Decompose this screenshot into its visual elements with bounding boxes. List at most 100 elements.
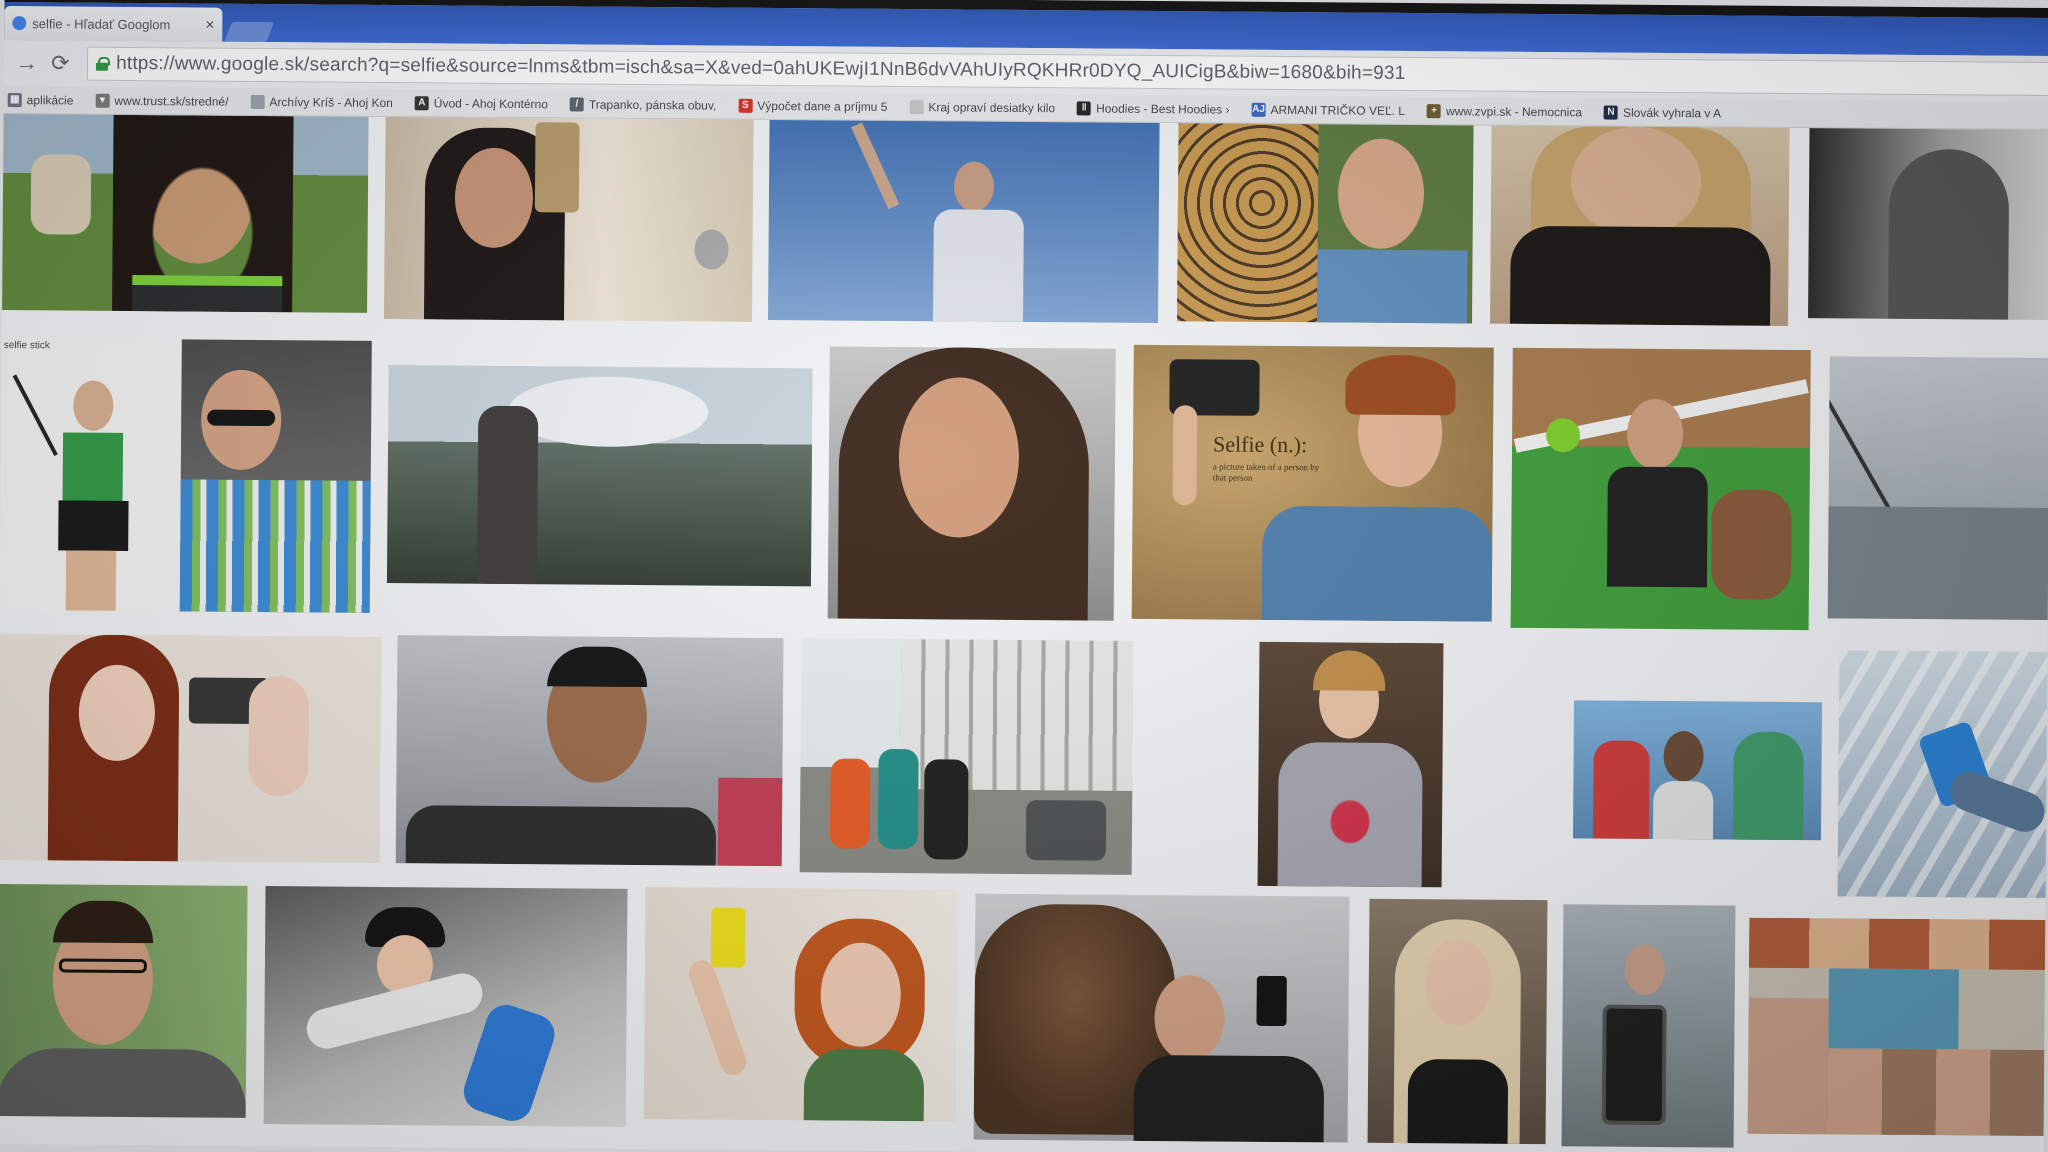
shirt [1317,249,1468,324]
bookmark-label: Kraj opraví desiatky kilo [928,99,1056,115]
person-hair [53,900,154,944]
result-thumbnail[interactable] [1747,917,2046,1137]
denim-shirt [1261,505,1493,622]
result-thumbnail[interactable] [383,116,754,322]
result-thumbnail[interactable] [0,633,382,863]
result-thumbnail[interactable] [2,113,369,313]
person-head [898,377,1020,538]
door-handle [694,229,729,270]
green-top [62,432,124,503]
result-thumbnail[interactable]: Selfie (n.): a picture taken of a person… [1131,344,1494,622]
bookmark-slovak[interactable]: N Slovák vyhrala v A [1603,105,1721,120]
browser-window: selfie - Hľadať Googlom × → ⟳ https://ww… [0,0,2048,1152]
phone [534,122,580,213]
google-favicon-icon [12,16,27,31]
person-head [1424,939,1492,1026]
bars-icon: ‖ [1077,100,1092,116]
result-thumbnail[interactable] [643,887,958,1122]
result-thumbnail[interactable] [263,886,628,1127]
green-scarf [803,1048,925,1122]
result-thumbnail[interactable] [1808,128,2048,321]
result-thumbnail[interactable] [1561,904,1736,1148]
group-black [923,759,969,860]
result-thumbnail[interactable] [1257,641,1444,888]
bookmark-hoodies[interactable]: ‖ Hoodies - Best Hoodies › [1077,100,1230,117]
city-buildings [1827,506,2048,621]
pin-icon: ▾ [95,93,110,108]
bookmark-zvpi[interactable]: + www.zvpi.sk - Nemocnica [1426,103,1582,119]
tab-title: selfie - Hľadať Googlom [32,15,171,32]
news-icon [909,99,924,114]
tab-close-icon[interactable]: × [205,16,214,33]
tab-selfie-search[interactable]: selfie - Hľadať Googlom × [4,5,223,42]
plaid-shirt [179,479,371,613]
black-top [1407,1059,1509,1144]
new-tab-button[interactable] [224,21,274,43]
result-thumbnail[interactable] [827,346,1116,621]
bookmark-trapanko[interactable]: / Trapanko, pánska obuv, [569,96,717,113]
bookmark-uvod[interactable]: A Úvod - Ahoj Kontérno [414,95,548,111]
bookmark-trust[interactable]: ▾ www.trust.sk/stredné/ [95,93,229,108]
address-bar-url[interactable]: https://www.google.sk/search?q=selfie&so… [116,53,1405,85]
red-panel [717,777,783,867]
bookmark-armani[interactable]: AJ ARMANI TRIČKO VEĽ. L [1251,102,1405,117]
person-head [1624,944,1666,996]
secure-lock-icon [96,57,108,71]
bookmark-label: Trapanko, pánska obuv, [588,97,717,113]
collage-blue [1828,968,1959,1050]
dog [1710,489,1792,601]
red-shirt-person [1592,740,1650,839]
s-icon: S [738,98,753,113]
result-thumbnail[interactable]: selfie stick [0,339,167,612]
result-thumbnail[interactable] [1177,123,1474,324]
group-orange [829,758,871,849]
image-results-grid: selfie stick Selfie (n.): a picture take… [0,113,2048,1152]
result-thumbnail[interactable] [395,635,784,867]
green-ball [1545,418,1581,453]
arm [248,675,310,797]
reload-icon[interactable]: ⟳ [43,50,77,76]
raised-arm [1172,405,1198,506]
result-thumbnail[interactable] [1367,898,1548,1145]
raised-arm [851,122,900,210]
person-head [78,664,156,762]
sunglasses [207,409,276,427]
person-hair [547,646,648,688]
result-thumbnail[interactable] [799,638,1134,875]
grid-icon: ▦ [7,92,22,107]
a-icon: A [414,95,429,110]
group-small [1025,800,1107,861]
phone [1256,975,1287,1027]
sweater [1509,225,1771,326]
arm [685,956,750,1079]
bookmark-archivy[interactable]: Archívy Kríš - Ahoj Kon [250,94,393,110]
selfie-definition-title: Selfie (n.): [1212,431,1308,458]
result-thumbnail[interactable] [1572,700,1823,841]
bookmark-label: Výpočet dane a príjmu 5 [757,98,888,114]
bookmark-vypocet-dane[interactable]: S Výpočet dane a príjmu 5 [738,98,887,113]
phone [1601,1004,1667,1126]
bookmark-kraj[interactable]: Kraj opraví desiatky kilo [909,99,1056,115]
person-head [953,161,995,212]
pen-icon: / [569,96,584,112]
result-thumbnail[interactable] [1837,650,2048,899]
selfie-stick [12,374,58,457]
result-thumbnail[interactable] [1489,125,1790,326]
result-thumbnail[interactable] [1510,347,1811,631]
result-thumbnail[interactable] [179,339,372,613]
collage-couple [1747,997,1829,1135]
result-thumbnail[interactable] [973,893,1350,1143]
forward-arrow-icon[interactable]: → [10,50,44,76]
yellow-phone [710,907,746,968]
bookmark-label: ARMANI TRIČKO VEĽ. L [1270,102,1406,118]
bookmark-apps[interactable]: ▦ aplikácie [7,92,73,107]
result-thumbnail[interactable] [768,119,1160,324]
black-shirt [1606,466,1708,588]
lips-shirt [1277,742,1423,888]
person-hair [1313,650,1386,691]
result-thumbnail[interactable] [386,365,813,587]
result-thumbnail[interactable] [1827,356,2048,621]
result-thumbnail[interactable] [0,883,248,1118]
bookmark-label: Hoodies - Best Hoodies › [1096,101,1230,117]
person-head [1626,398,1684,470]
